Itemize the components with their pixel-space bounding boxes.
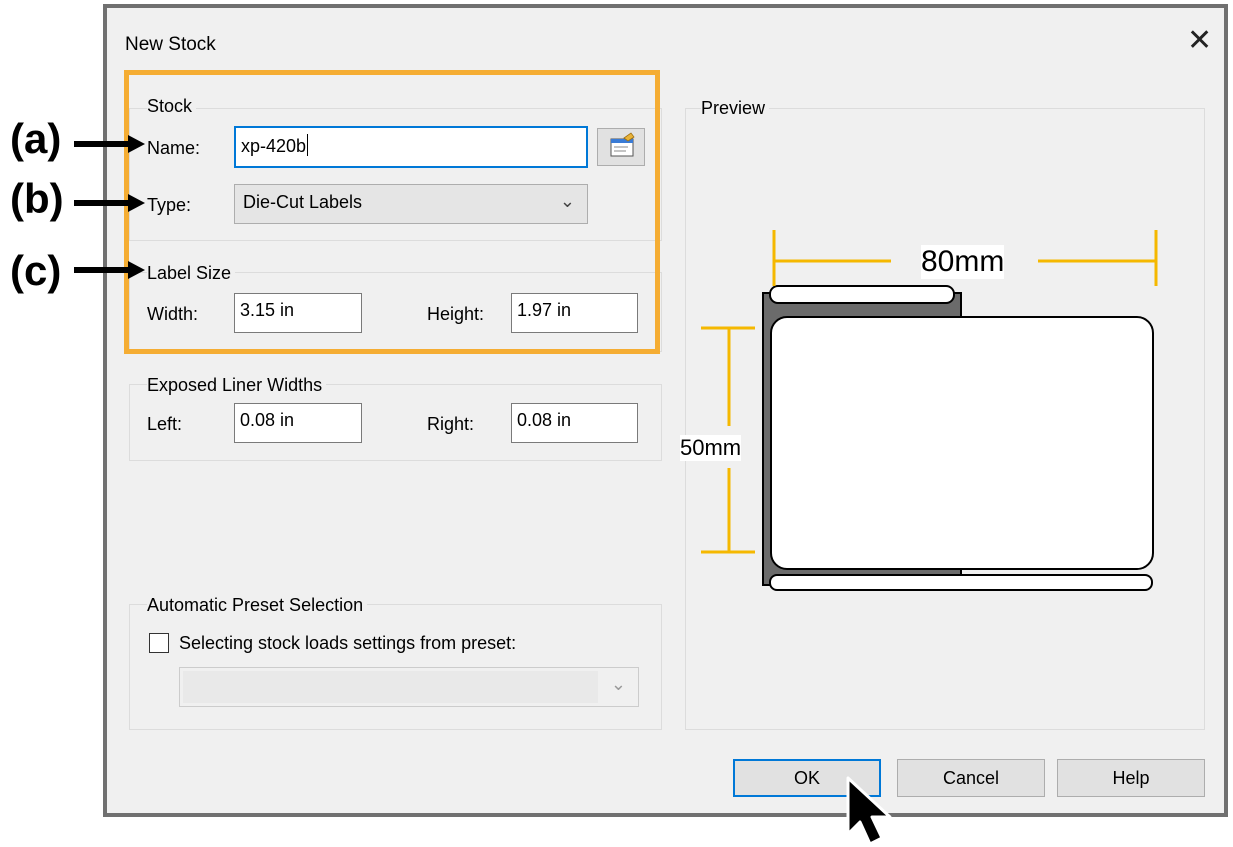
annotation-arrows	[74, 135, 145, 279]
width-dimension-label: 80mm	[921, 245, 1005, 279]
arrow-b-icon	[74, 194, 145, 212]
right-label: Right:	[427, 414, 475, 434]
left-liner-field[interactable]: 0.08 in	[234, 403, 362, 443]
left-label: Left:	[147, 414, 183, 434]
preset-select-value	[183, 671, 598, 703]
arrow-a-icon	[74, 135, 145, 153]
close-icon[interactable]: ✕	[1187, 26, 1212, 56]
help-button[interactable]: Help	[1057, 759, 1205, 797]
arrow-c-icon	[74, 261, 145, 279]
mouse-cursor-icon	[846, 776, 892, 846]
cancel-button[interactable]: Cancel	[897, 759, 1045, 797]
preset-select[interactable]: ⌄	[179, 667, 639, 707]
height-dimension-label: 50mm	[680, 435, 742, 461]
liner-legend: Exposed Liner Widths	[147, 375, 327, 396]
following-label	[769, 574, 1153, 591]
preset-checkbox[interactable]	[149, 633, 169, 653]
highlight-box	[124, 70, 660, 354]
preset-legend: Automatic Preset Selection	[147, 595, 368, 616]
preview-legend: Preview	[701, 98, 770, 119]
right-liner-field[interactable]: 0.08 in	[511, 403, 638, 443]
preset-checkbox-label[interactable]: Selecting stock loads settings from pres…	[179, 633, 516, 654]
preceding-label	[769, 285, 955, 304]
chevron-down-icon: ⌄	[610, 674, 626, 694]
label-shape	[770, 316, 1154, 570]
